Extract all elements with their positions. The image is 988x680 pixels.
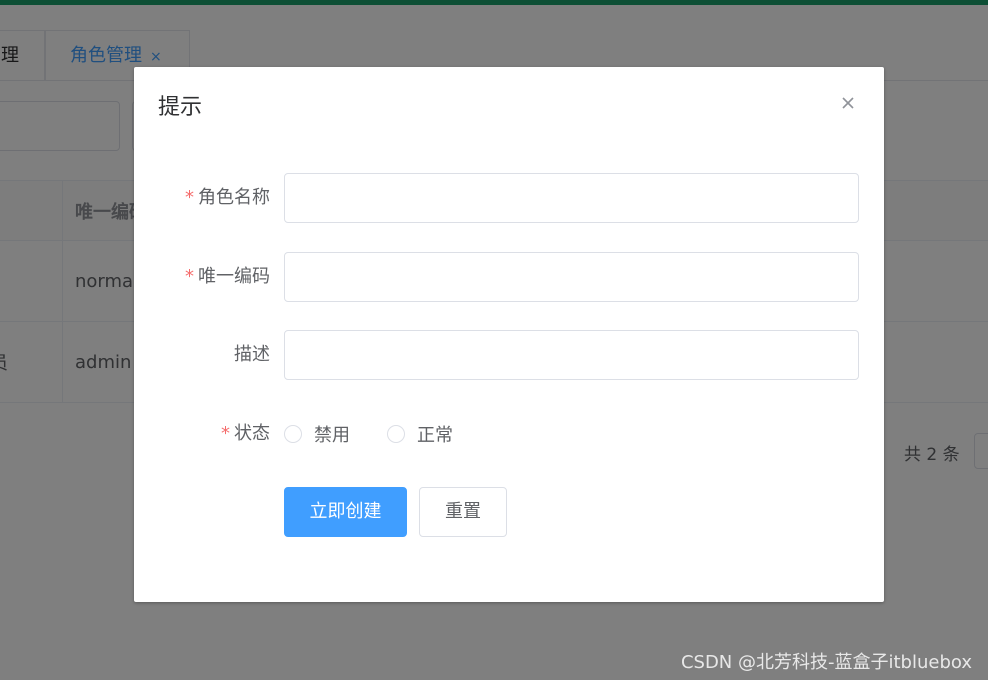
required-mark: *	[185, 187, 194, 208]
description-input[interactable]	[284, 330, 859, 380]
description-label: 描述	[134, 330, 270, 380]
reset-button[interactable]: 重置	[419, 487, 507, 537]
status-label-text: 状态	[234, 423, 270, 444]
create-button[interactable]: 立即创建	[284, 487, 407, 537]
unique-code-input[interactable]	[284, 252, 859, 302]
dialog-title: 提示	[158, 95, 203, 120]
status-radio-disabled[interactable]: 禁用	[284, 409, 350, 459]
description-label-text: 描述	[234, 344, 270, 365]
form-row-unique-code: * 唯一编码	[134, 252, 884, 302]
radio-circle-icon	[284, 425, 302, 443]
role-name-label-text: 角色名称	[198, 187, 270, 208]
radio-circle-icon	[387, 425, 405, 443]
watermark-text: CSDN @北芳科技-蓝盒子itbluebox	[680, 652, 972, 673]
create-role-dialog: 提示 * 角色名称 * 唯一编码 描述 * 状态 禁用 正常 立即创建 重置	[134, 67, 884, 602]
unique-code-label-text: 唯一编码	[198, 266, 270, 287]
status-label: * 状态	[134, 409, 270, 459]
form-row-status: * 状态 禁用 正常	[134, 409, 884, 459]
required-mark: *	[185, 266, 194, 287]
unique-code-label: * 唯一编码	[134, 252, 270, 302]
required-mark: *	[221, 423, 230, 444]
role-name-label: * 角色名称	[134, 173, 270, 223]
radio-label: 禁用	[314, 425, 350, 446]
form-row-description: 描述	[134, 330, 884, 380]
close-icon[interactable]	[836, 91, 860, 115]
form-row-role-name: * 角色名称	[134, 173, 884, 223]
role-name-input[interactable]	[284, 173, 859, 223]
radio-label: 正常	[417, 425, 453, 446]
status-radio-normal[interactable]: 正常	[387, 409, 453, 459]
